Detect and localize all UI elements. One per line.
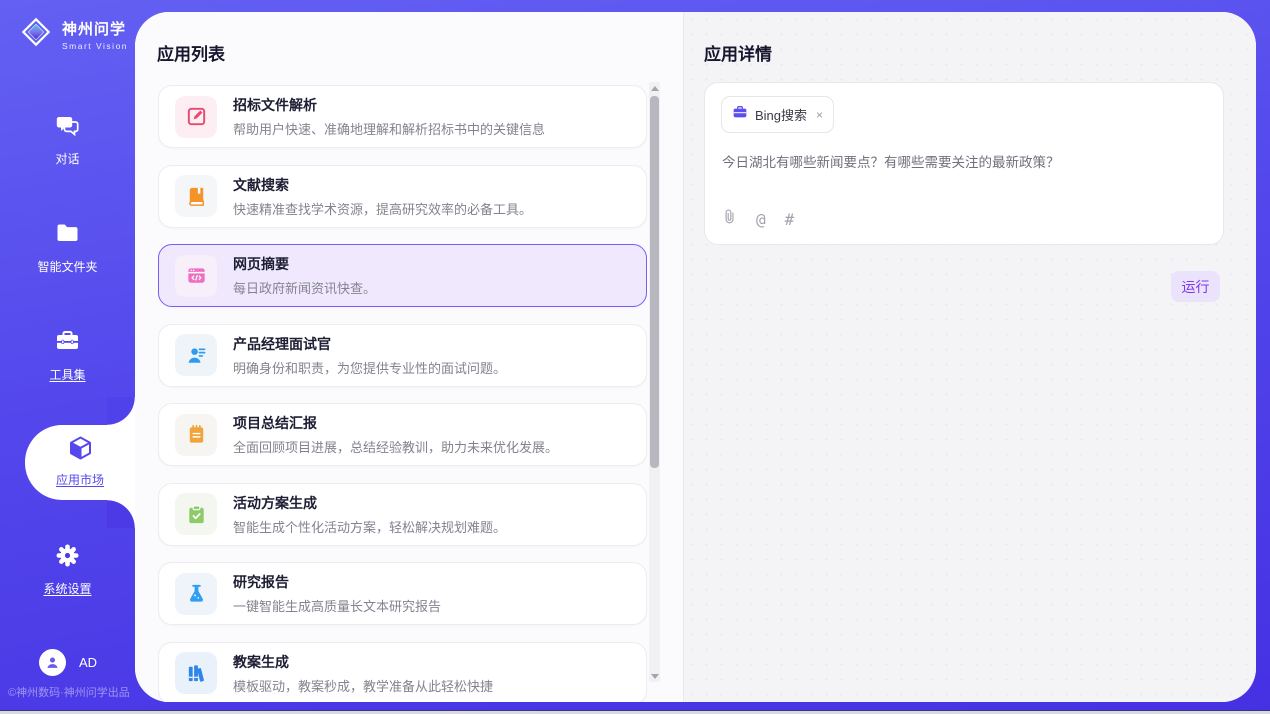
books-icon bbox=[175, 652, 217, 694]
sidebar-item-label: 智能文件夹 bbox=[0, 258, 135, 275]
diamond-logo-icon bbox=[18, 14, 54, 55]
desktop-edge bbox=[0, 710, 1270, 714]
app-card[interactable]: 网页摘要每日政府新闻资讯快查。 bbox=[158, 244, 647, 307]
app-card-name: 活动方案生成 bbox=[233, 493, 506, 513]
toolbox-icon bbox=[54, 328, 81, 360]
app-list-panel: 应用列表 招标文件解析帮助用户快速、准确地理解和解析招标书中的关键信息文献搜索快… bbox=[135, 12, 683, 702]
app-card-description: 明确身份和职责，为您提供专业性的面试问题。 bbox=[233, 358, 506, 377]
user-menu[interactable]: AD bbox=[39, 649, 97, 676]
tool-tag-label: Bing搜索 bbox=[755, 105, 807, 124]
app-card-name: 文献搜索 bbox=[233, 175, 532, 195]
scroll-down-button[interactable] bbox=[649, 670, 660, 682]
avatar bbox=[39, 649, 66, 676]
app-card[interactable]: 文献搜索快速精准查找学术资源，提高研究效率的必备工具。 bbox=[158, 165, 647, 228]
app-card-name: 教案生成 bbox=[233, 652, 493, 672]
interviewer-icon bbox=[175, 334, 217, 376]
sidebar-item-label: 对话 bbox=[0, 150, 135, 167]
app-detail-panel: 应用详情 Bing搜索 × 今日湖北有哪些新闻要点？有哪些需要关注的最新政策？ bbox=[683, 12, 1256, 702]
app-card[interactable]: 招标文件解析帮助用户快速、准确地理解和解析招标书中的关键信息 bbox=[158, 85, 647, 148]
user-initials: AD bbox=[79, 655, 97, 670]
brand-name: 神州问学 bbox=[62, 21, 126, 38]
pen-square-icon bbox=[175, 96, 217, 138]
sidebar-item-toolset[interactable]: 工具集 bbox=[0, 328, 135, 383]
app-card[interactable]: 项目总结汇报全面回顾项目进展，总结经验教训，助力未来优化发展。 bbox=[158, 403, 647, 466]
sidebar-item-label: 工具集 bbox=[0, 366, 135, 383]
app-card-description: 模板驱动，教案秒成，教学准备从此轻松快捷 bbox=[233, 676, 493, 695]
app-card-description: 全面回顾项目进展，总结经验教训，助力未来优化发展。 bbox=[233, 437, 558, 456]
scroll-up-button[interactable] bbox=[649, 82, 660, 94]
clipboard-check-icon bbox=[175, 493, 217, 535]
sidebar-item-label: 系统设置 bbox=[0, 580, 135, 597]
tool-tag-close-icon[interactable]: × bbox=[816, 108, 823, 122]
sidebar-item-app-market[interactable]: 应用市场 bbox=[25, 425, 135, 500]
run-button[interactable]: 运行 bbox=[1171, 271, 1220, 302]
sidebar-item-chat[interactable]: 对话 bbox=[0, 112, 135, 167]
scrollbar[interactable] bbox=[649, 82, 660, 682]
app-card-description: 帮助用户快速、准确地理解和解析招标书中的关键信息 bbox=[233, 119, 545, 138]
hash-icon[interactable]: # bbox=[785, 210, 795, 229]
app-card-name: 项目总结汇报 bbox=[233, 413, 558, 433]
app-list-title: 应用列表 bbox=[157, 40, 225, 65]
cube-icon bbox=[66, 450, 95, 467]
scrollbar-thumb[interactable] bbox=[650, 96, 659, 468]
app-card[interactable]: 研究报告一键智能生成高质量长文本研究报告 bbox=[158, 562, 647, 625]
sidebar: 神州问学 Smart Vision 对话 智能文件夹 bbox=[0, 0, 135, 710]
briefcase-icon bbox=[732, 104, 748, 125]
tool-tag-bing-search[interactable]: Bing搜索 × bbox=[721, 96, 834, 133]
app-list: 招标文件解析帮助用户快速、准确地理解和解析招标书中的关键信息文献搜索快速精准查找… bbox=[158, 85, 647, 702]
browser-icon bbox=[175, 255, 217, 297]
app-card-name: 招标文件解析 bbox=[233, 95, 545, 115]
paperclip-icon[interactable] bbox=[722, 208, 737, 230]
prompt-card: Bing搜索 × 今日湖北有哪些新闻要点？有哪些需要关注的最新政策？ @ # bbox=[704, 82, 1224, 245]
attachment-toolbar: @ # bbox=[722, 208, 794, 230]
brand-logo: 神州问学 Smart Vision bbox=[18, 14, 128, 55]
app-detail-title: 应用详情 bbox=[704, 40, 772, 65]
brand-subtitle: Smart Vision bbox=[62, 41, 128, 51]
sidebar-item-settings[interactable]: 系统设置 bbox=[0, 542, 135, 597]
sidebar-item-smart-folders[interactable]: 智能文件夹 bbox=[0, 220, 135, 275]
main-content: 应用列表 招标文件解析帮助用户快速、准确地理解和解析招标书中的关键信息文献搜索快… bbox=[135, 12, 1256, 702]
folder-icon bbox=[54, 220, 81, 252]
app-card-name: 研究报告 bbox=[233, 572, 441, 592]
mention-icon[interactable]: @ bbox=[756, 210, 766, 229]
query-input[interactable]: 今日湖北有哪些新闻要点？有哪些需要关注的最新政策？ bbox=[722, 153, 1202, 173]
gear-icon bbox=[54, 542, 81, 574]
app-card-description: 每日政府新闻资讯快查。 bbox=[233, 278, 376, 297]
app-card-name: 网页摘要 bbox=[233, 254, 376, 274]
app-card-description: 快速精准查找学术资源，提高研究效率的必备工具。 bbox=[233, 199, 532, 218]
copyright-text: ©神州数码·神州问学出品 bbox=[8, 684, 130, 700]
triangle-down-icon bbox=[651, 674, 659, 679]
sidebar-item-label: 应用市场 bbox=[25, 471, 135, 488]
beaker-icon bbox=[175, 573, 217, 615]
book-icon bbox=[175, 175, 217, 217]
app-card[interactable]: 活动方案生成智能生成个性化活动方案，轻松解决规划难题。 bbox=[158, 483, 647, 546]
app-card-description: 智能生成个性化活动方案，轻松解决规划难题。 bbox=[233, 517, 506, 536]
triangle-up-icon bbox=[651, 86, 659, 91]
chat-icon bbox=[54, 112, 81, 144]
app-card-description: 一键智能生成高质量长文本研究报告 bbox=[233, 596, 441, 615]
app-card[interactable]: 产品经理面试官明确身份和职责，为您提供专业性的面试问题。 bbox=[158, 324, 647, 387]
app-card[interactable]: 教案生成模板驱动，教案秒成，教学准备从此轻松快捷 bbox=[158, 642, 647, 703]
notepad-icon bbox=[175, 414, 217, 456]
app-card-name: 产品经理面试官 bbox=[233, 334, 506, 354]
app-window: 神州问学 Smart Vision 对话 智能文件夹 bbox=[0, 0, 1270, 714]
